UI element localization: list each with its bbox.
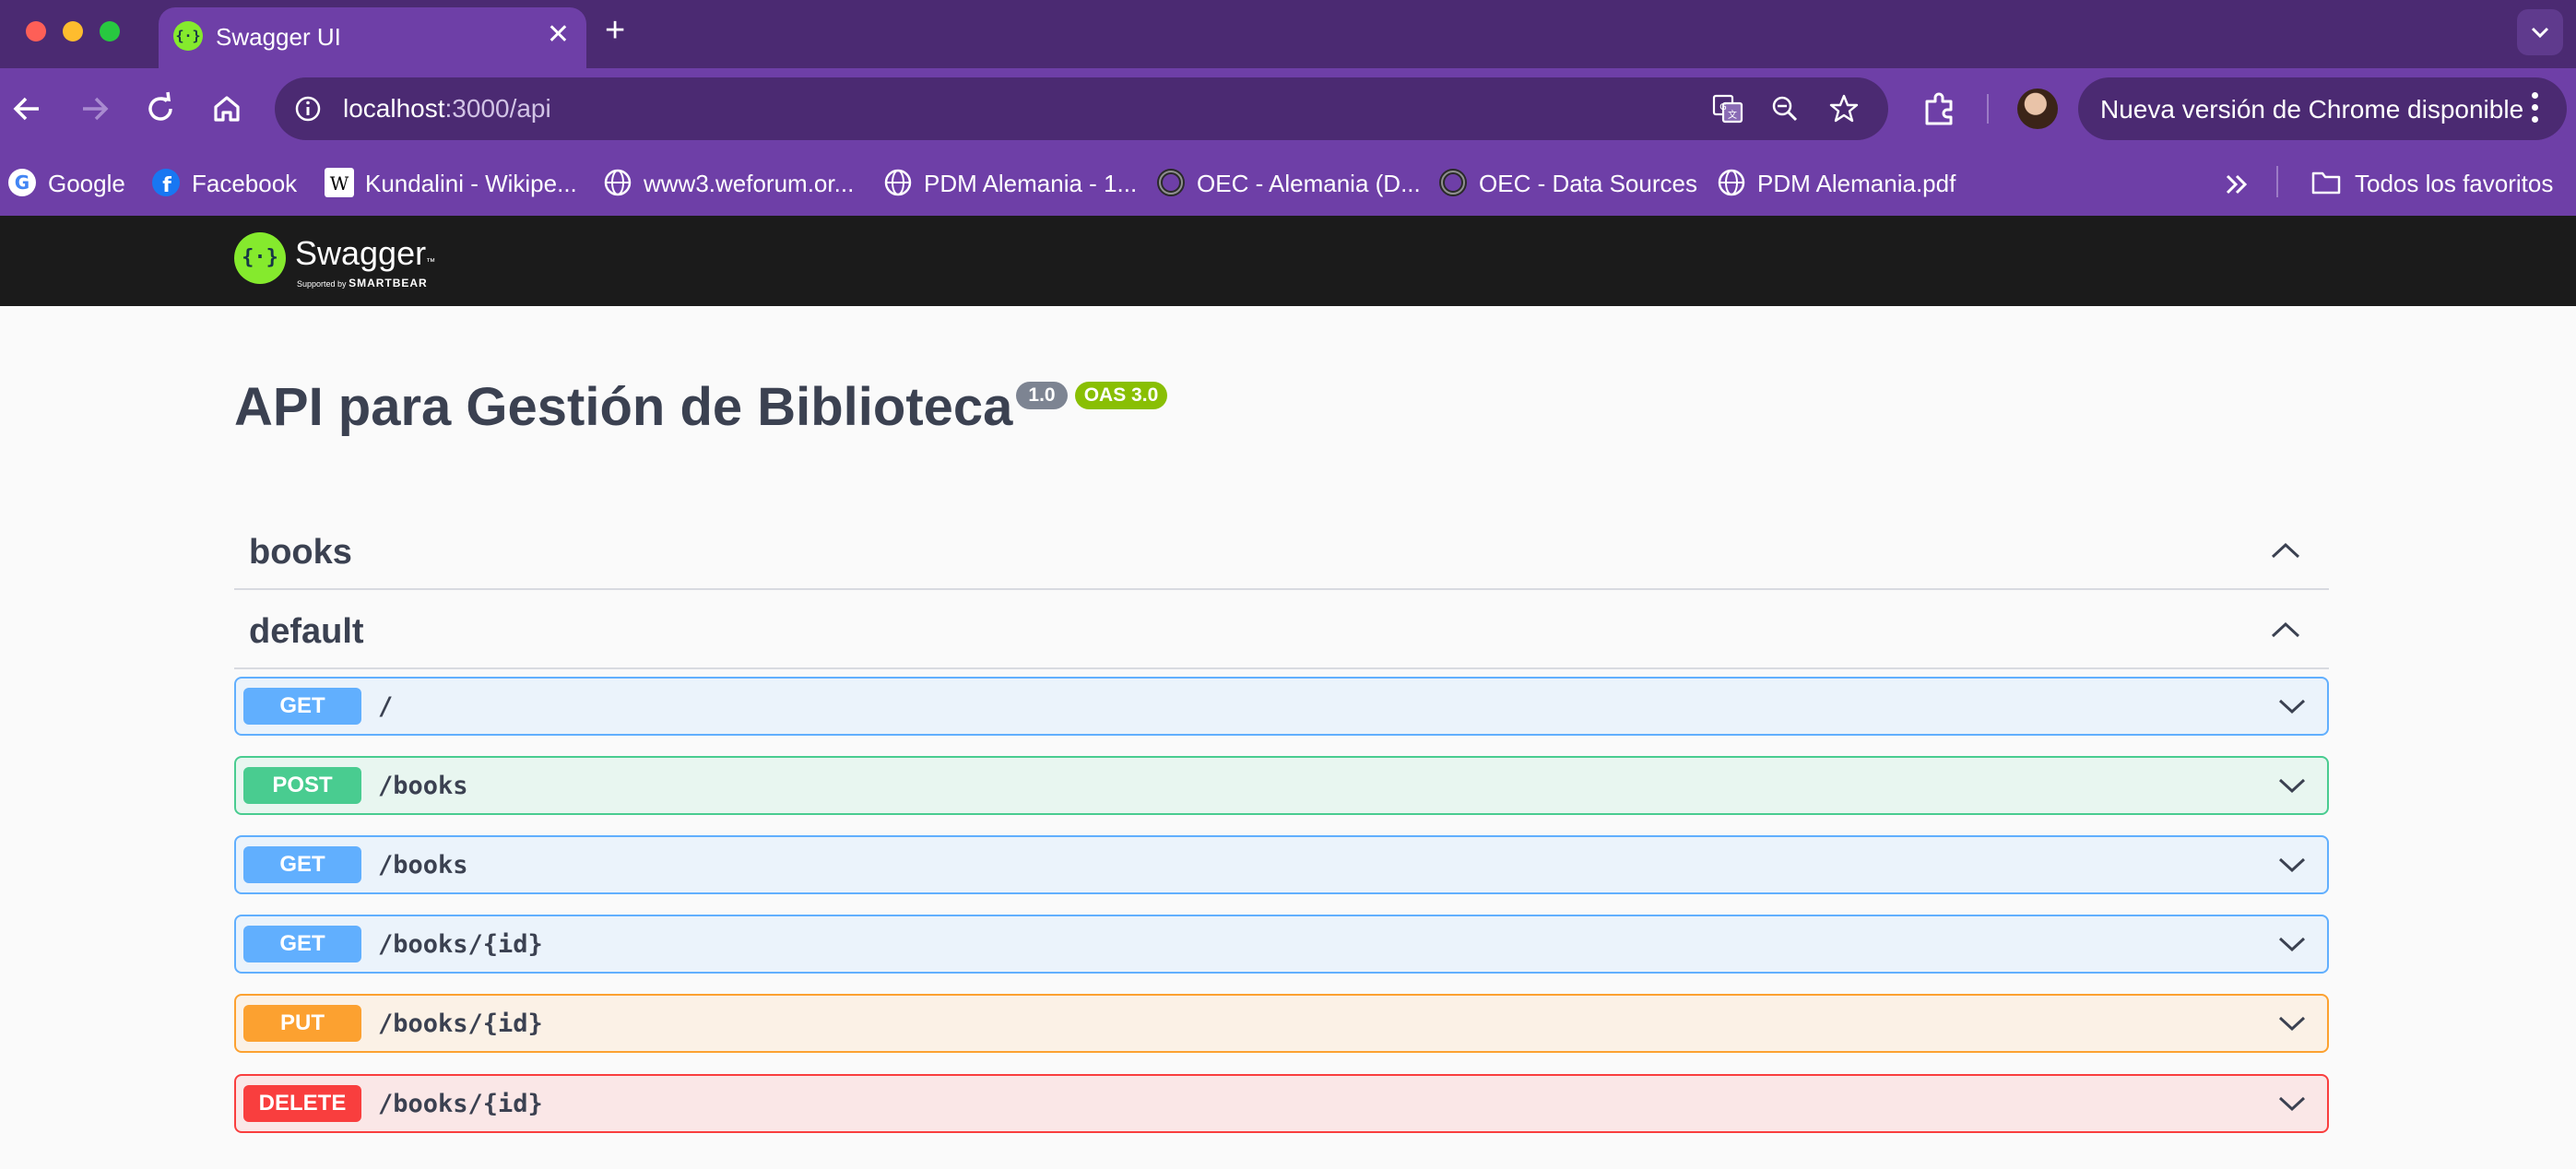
chevron-up-icon[interactable] bbox=[2270, 540, 2301, 561]
url-text[interactable]: localhost:3000/api bbox=[343, 94, 551, 124]
tab-search-button[interactable] bbox=[2517, 9, 2563, 55]
section-title: books bbox=[249, 533, 352, 572]
api-title: API para Gestión de Biblioteca bbox=[234, 377, 1013, 437]
method-badge: GET bbox=[243, 688, 361, 725]
extensions-puzzle-icon[interactable] bbox=[1920, 89, 1960, 129]
home-icon[interactable] bbox=[205, 87, 249, 131]
operation-put-book[interactable]: PUT /books/{id} bbox=[234, 994, 2329, 1053]
bookmark-label: Kundalini - Wikipe... bbox=[365, 170, 577, 197]
facebook-icon: f bbox=[152, 169, 180, 197]
minimize-window-button[interactable] bbox=[63, 21, 83, 41]
bookmark-label: Google bbox=[48, 170, 125, 197]
operation-get-book-by-id[interactable]: GET /books/{id} bbox=[234, 915, 2329, 974]
operation-get-root[interactable]: GET / bbox=[234, 677, 2329, 736]
url-path: :3000/api bbox=[444, 94, 551, 123]
chrome-update-label: Nueva versión de Chrome disponible bbox=[2100, 95, 2524, 124]
oas-badge: OAS 3.0 bbox=[1075, 382, 1167, 409]
globe-icon bbox=[604, 169, 632, 196]
bookmark-label: www3.weforum.or... bbox=[644, 170, 855, 197]
reload-icon[interactable] bbox=[138, 87, 183, 131]
method-badge: GET bbox=[243, 926, 361, 962]
all-bookmarks-label: Todos los favoritos bbox=[2355, 170, 2554, 197]
url-host: localhost bbox=[343, 94, 445, 123]
svg-text:G: G bbox=[15, 171, 30, 194]
bookmarks-bar: G Google f Facebook W Kundalini - Wikipe… bbox=[0, 149, 2576, 216]
site-info-icon[interactable] bbox=[293, 94, 323, 124]
bookmarks-divider bbox=[2276, 166, 2278, 197]
operation-path: /books bbox=[378, 851, 468, 880]
swagger-logo-icon: {·} bbox=[234, 232, 286, 284]
svg-text:G: G bbox=[1719, 102, 1727, 112]
chevron-down-icon[interactable] bbox=[2277, 776, 2307, 795]
operation-path: /books/{id} bbox=[378, 1010, 543, 1038]
close-window-button[interactable] bbox=[26, 21, 46, 41]
bookmark-star-icon[interactable] bbox=[1827, 92, 1861, 125]
bookmark-label: PDM Alemania - 1... bbox=[924, 170, 1138, 197]
svg-text:f: f bbox=[162, 174, 171, 197]
chevron-down-icon[interactable] bbox=[2277, 1014, 2307, 1033]
swagger-logo-text: Swagger™ bbox=[295, 234, 436, 272]
chevron-up-icon[interactable] bbox=[2270, 620, 2301, 640]
operation-post-books[interactable]: POST /books bbox=[234, 756, 2329, 815]
tab-close-icon[interactable]: ✕ bbox=[547, 18, 570, 52]
section-default[interactable]: default bbox=[234, 592, 2329, 669]
folder-icon bbox=[2311, 171, 2341, 195]
zoom-out-icon[interactable] bbox=[1768, 92, 1802, 125]
bookmark-label: PDM Alemania.pdf bbox=[1757, 170, 1956, 197]
tab-title: Swagger UI bbox=[216, 23, 341, 51]
method-badge: DELETE bbox=[243, 1085, 361, 1122]
oec-icon bbox=[1439, 169, 1467, 196]
double-chevron-right-icon[interactable] bbox=[2220, 168, 2253, 201]
section-title: default bbox=[249, 612, 364, 651]
chevron-down-icon[interactable] bbox=[2277, 935, 2307, 953]
maximize-window-button[interactable] bbox=[100, 21, 120, 41]
browser-toolbar: localhost:3000/api G文 Nueva versión de C… bbox=[0, 68, 2576, 149]
oec-icon bbox=[1157, 169, 1185, 196]
swagger-favicon-icon: {·} bbox=[173, 21, 203, 51]
globe-icon bbox=[1718, 169, 1745, 196]
bookmark-label: OEC - Alemania (D... bbox=[1197, 170, 1421, 197]
method-badge: POST bbox=[243, 767, 361, 804]
svg-text:W: W bbox=[330, 172, 349, 195]
chevron-down-icon[interactable] bbox=[2277, 697, 2307, 715]
swagger-logo-subtitle: Supported by SMARTBEAR bbox=[297, 277, 428, 289]
back-arrow-icon[interactable] bbox=[6, 87, 50, 131]
chevron-down-icon bbox=[2531, 27, 2549, 39]
chrome-update-button[interactable]: Nueva versión de Chrome disponible bbox=[2078, 77, 2567, 140]
globe-icon bbox=[884, 169, 912, 196]
operation-path: /books/{id} bbox=[378, 930, 543, 959]
operation-path: /books/{id} bbox=[378, 1090, 543, 1118]
operation-path: /books bbox=[378, 772, 468, 800]
bookmark-label: OEC - Data Sources bbox=[1479, 170, 1697, 197]
google-icon: G bbox=[8, 169, 36, 196]
profile-avatar[interactable] bbox=[2017, 89, 2058, 129]
operation-path: / bbox=[378, 692, 394, 721]
toolbar-divider bbox=[1987, 94, 1989, 124]
method-badge: PUT bbox=[243, 1005, 361, 1042]
operation-get-books[interactable]: GET /books bbox=[234, 835, 2329, 894]
more-options-icon[interactable] bbox=[2532, 92, 2539, 128]
bookmark-label: Facebook bbox=[192, 170, 298, 197]
method-badge: GET bbox=[243, 846, 361, 883]
wikipedia-icon: W bbox=[325, 168, 354, 197]
address-bar[interactable]: localhost:3000/api G文 bbox=[275, 77, 1888, 140]
swagger-topbar: {·} Swagger™ Supported by SMARTBEAR bbox=[0, 216, 2576, 306]
forward-arrow-icon[interactable] bbox=[72, 87, 116, 131]
section-books[interactable]: books bbox=[234, 513, 2329, 590]
chevron-down-icon[interactable] bbox=[2277, 1094, 2307, 1113]
version-badge: 1.0 bbox=[1016, 382, 1068, 409]
translate-icon[interactable]: G文 bbox=[1711, 92, 1744, 125]
chevron-down-icon[interactable] bbox=[2277, 856, 2307, 874]
operation-delete-book[interactable]: DELETE /books/{id} bbox=[234, 1074, 2329, 1133]
browser-tabstrip: {·} Swagger UI ✕ + bbox=[0, 0, 2576, 68]
svg-text:文: 文 bbox=[1728, 109, 1737, 121]
browser-tab-active[interactable]: {·} Swagger UI ✕ bbox=[159, 7, 586, 68]
new-tab-icon[interactable]: + bbox=[605, 11, 625, 50]
